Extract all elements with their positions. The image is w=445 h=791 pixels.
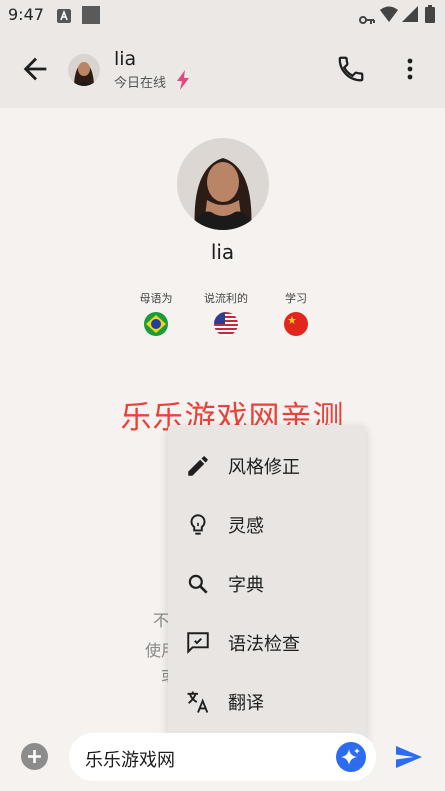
menu-item-grammar-check[interactable]: 语法检查 — [168, 614, 366, 672]
profile-name: lia — [210, 240, 235, 264]
translate-icon — [184, 688, 212, 716]
back-arrow-icon[interactable] — [18, 52, 52, 86]
app-notification-icon — [57, 8, 71, 27]
ai-assist-button[interactable] — [336, 742, 366, 772]
wifi-icon — [380, 6, 398, 26]
menu-item-label: 翻译 — [228, 693, 264, 714]
vpn-key-icon — [359, 10, 375, 29]
menu-item-inspiration[interactable]: 灵感 — [168, 496, 366, 554]
send-icon[interactable] — [394, 744, 424, 774]
menu-item-translate[interactable]: 翻译 — [168, 673, 366, 731]
menu-item-label: 风格修正 — [228, 457, 300, 478]
online-status: 今日在线 — [114, 76, 167, 91]
native-language-label: 母语为 — [139, 292, 173, 305]
phone-call-icon[interactable] — [336, 54, 366, 88]
lightbulb-icon — [184, 511, 212, 539]
learning-language-label: 学习 — [285, 292, 307, 305]
add-attachment-button[interactable] — [21, 743, 48, 770]
status-time: 9:47 — [8, 5, 44, 24]
usa-flag-icon — [214, 312, 238, 336]
learning-language: 学习 — [261, 290, 331, 336]
chat-header: lia 今日在线 — [0, 30, 445, 108]
square-notification-icon — [82, 6, 100, 28]
message-input-value[interactable]: 乐乐游戏网 — [85, 746, 175, 772]
menu-item-label: 语法检查 — [228, 634, 300, 655]
more-options-icon[interactable] — [400, 54, 420, 88]
menu-item-label: 字典 — [228, 575, 264, 596]
china-flag-icon — [284, 312, 308, 336]
search-icon — [184, 570, 212, 598]
sparkle-icon — [341, 748, 360, 765]
hint-text-line-1: 不 — [153, 611, 170, 630]
message-input[interactable]: 乐乐游戏网 — [69, 733, 376, 781]
status-bar: 9:47 — [0, 0, 445, 30]
plus-icon — [28, 750, 41, 763]
native-language: 母语为 — [121, 290, 191, 336]
ai-tools-menu: 风格修正 灵感 字典 语法检查 翻译 — [168, 425, 366, 741]
battery-icon — [425, 5, 435, 27]
contact-name: lia — [114, 48, 137, 70]
grammar-check-icon — [184, 629, 212, 657]
contact-avatar[interactable] — [68, 54, 100, 86]
fluent-language: 说流利的 — [191, 290, 261, 336]
profile-avatar[interactable] — [177, 138, 269, 230]
pencil-icon — [184, 452, 212, 480]
signal-icon — [402, 6, 418, 26]
lightning-icon — [176, 70, 190, 94]
menu-item-dictionary[interactable]: 字典 — [168, 555, 366, 613]
fluent-language-label: 说流利的 — [204, 292, 248, 305]
menu-item-label: 灵感 — [228, 516, 264, 537]
brazil-flag-icon — [144, 312, 168, 336]
menu-item-style-correction[interactable]: 风格修正 — [168, 437, 366, 495]
